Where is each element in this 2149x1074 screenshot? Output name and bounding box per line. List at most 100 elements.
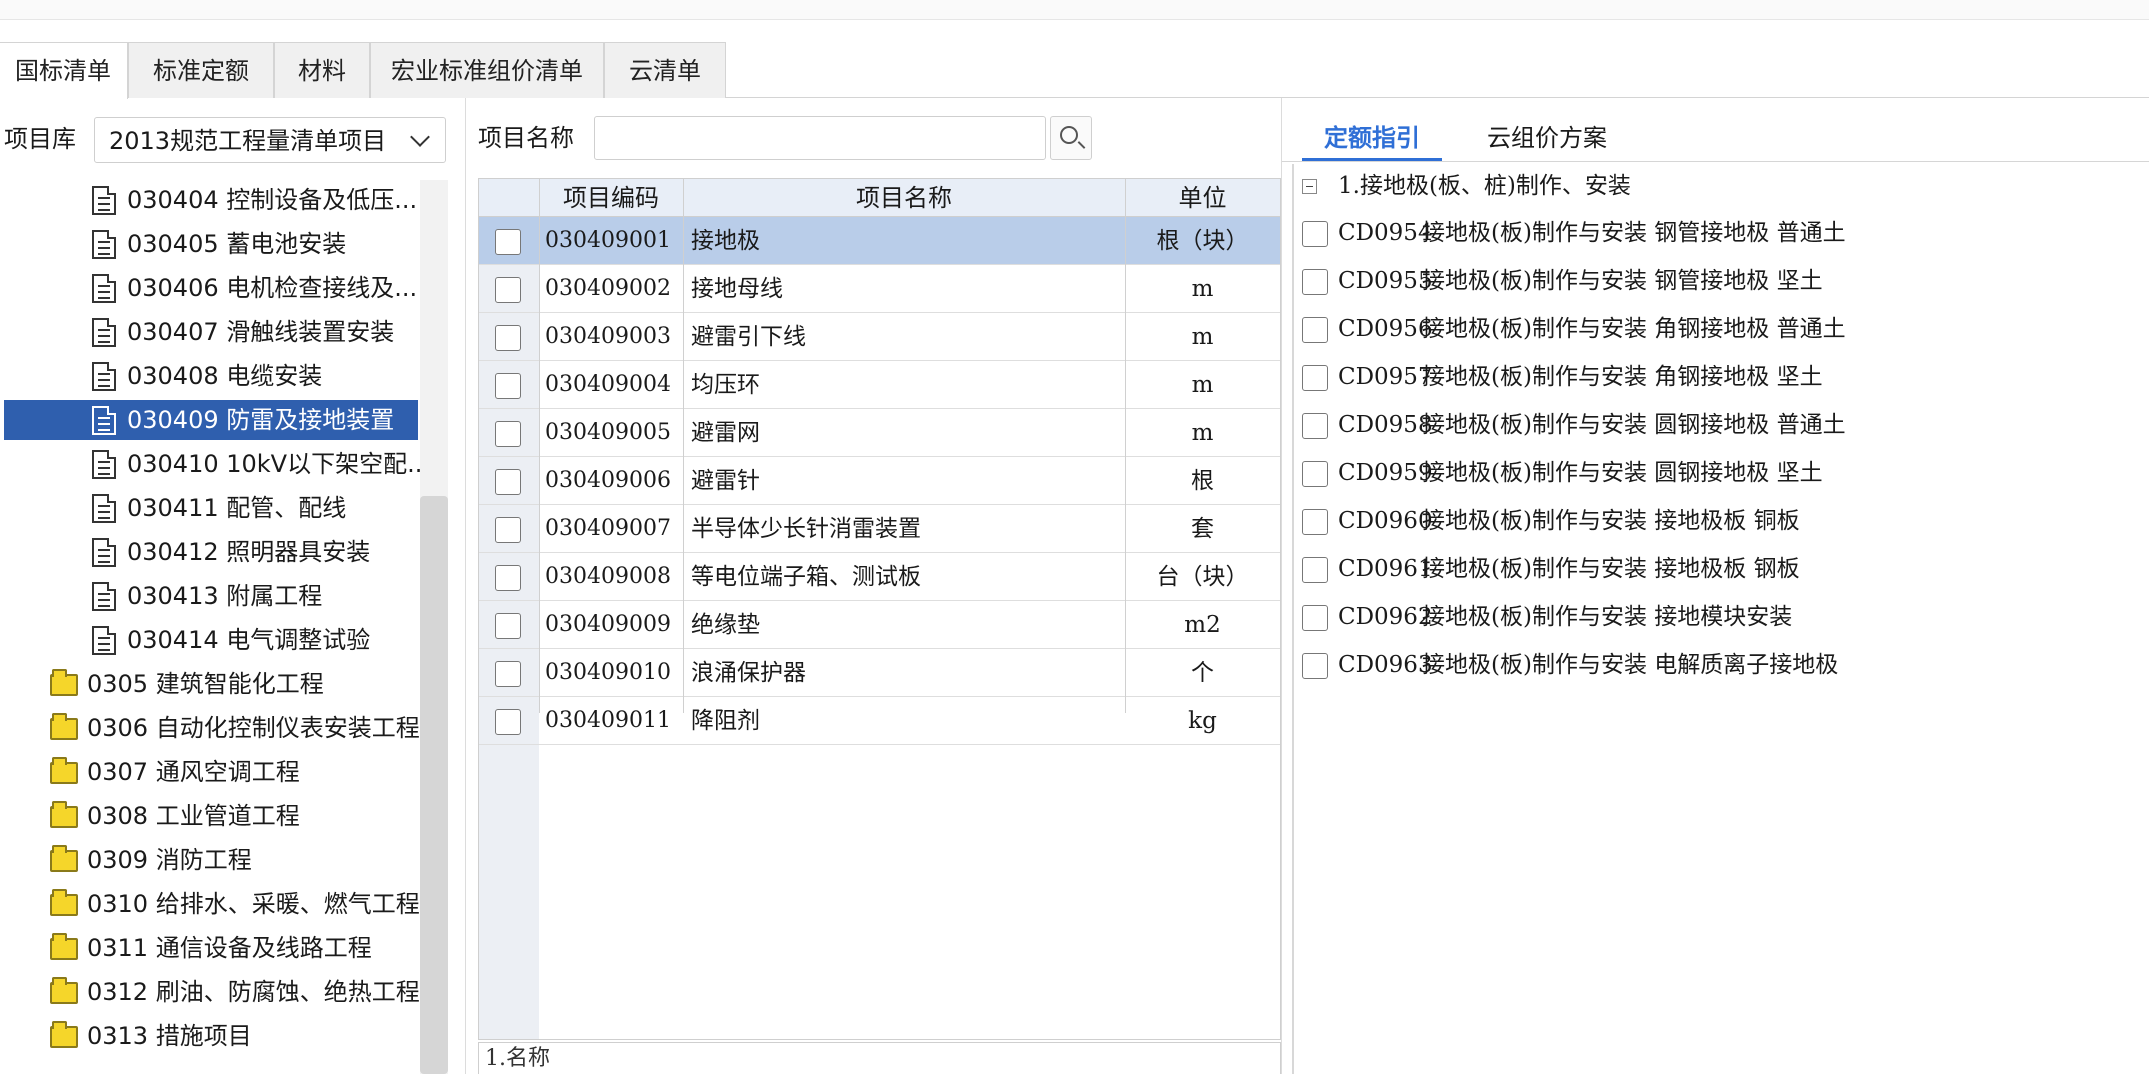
tree-item-folder[interactable]: 0310 给排水、采暖、燃气工程 bbox=[0, 884, 420, 924]
guide-item-checkbox[interactable] bbox=[1302, 461, 1328, 487]
tab-cloud-list[interactable]: 云清单 bbox=[604, 42, 726, 98]
tree-item-folder[interactable]: 0311 通信设备及线路工程 bbox=[0, 928, 420, 968]
tree-item-folder[interactable]: 0312 刷油、防腐蚀、绝热工程 bbox=[0, 972, 420, 1012]
tree-item-folder[interactable]: 0313 措施项目 bbox=[0, 1016, 420, 1056]
tree-item-section[interactable]: 030411 配管、配线 bbox=[4, 488, 418, 528]
table-row[interactable]: 030409005 避雷网 m bbox=[479, 409, 1280, 457]
table-row[interactable]: 030409010 浪涌保护器 个 bbox=[479, 649, 1280, 697]
document-icon bbox=[92, 318, 116, 347]
guide-item-checkbox[interactable] bbox=[1302, 605, 1328, 631]
row-checkbox[interactable] bbox=[495, 661, 521, 687]
tab-quota-guide[interactable]: 定额指引 bbox=[1302, 116, 1442, 161]
row-checkbox[interactable] bbox=[495, 517, 521, 543]
item-grid: 项目编码 项目名称 单位 030409001 接地极 根（块） 030409002 接地… bbox=[478, 178, 1281, 1040]
table-row[interactable]: 030409009 绝缘垫 m2 bbox=[479, 601, 1280, 649]
tree-item-folder[interactable]: 0305 建筑智能化工程 bbox=[0, 664, 420, 704]
library-select-value: 2013规范工程量清单项目 bbox=[109, 127, 387, 155]
column-header-code[interactable]: 项目编码 bbox=[539, 179, 683, 217]
tree-item-section[interactable]: 030413 附属工程 bbox=[4, 576, 418, 616]
tree-item-label: 0311 通信设备及线路工程 bbox=[87, 934, 372, 962]
table-row[interactable]: 030409008 等电位端子箱、测试板 台（块） bbox=[479, 553, 1280, 601]
folder-icon bbox=[50, 845, 78, 872]
tab-standard-quota[interactable]: 标准定额 bbox=[128, 42, 274, 98]
tree-item-section[interactable]: 030405 蓄电池安装 bbox=[4, 224, 418, 264]
guide-item-checkbox[interactable] bbox=[1302, 221, 1328, 247]
cell-unit: m bbox=[1191, 372, 1214, 398]
cell-unit: 根 bbox=[1191, 468, 1214, 494]
document-icon bbox=[92, 230, 116, 259]
table-row[interactable]: 030409001 接地极 根（块） bbox=[479, 217, 1280, 265]
chevron-down-icon bbox=[410, 127, 430, 147]
table-row[interactable]: 030409002 接地母线 m bbox=[479, 265, 1280, 313]
document-icon bbox=[92, 538, 116, 567]
tree-item-folder[interactable]: 0309 消防工程 bbox=[0, 840, 420, 880]
cell-code: 030409005 bbox=[545, 420, 671, 445]
cell-code: 030409006 bbox=[545, 468, 671, 493]
row-checkbox[interactable] bbox=[495, 565, 521, 591]
tree-item-label: 030412 照明器具安装 bbox=[127, 538, 371, 566]
tree-item-label: 0306 自动化控制仪表安装工程 bbox=[87, 714, 420, 742]
document-icon bbox=[92, 274, 116, 303]
cell-name: 避雷引下线 bbox=[691, 324, 806, 350]
column-header-unit[interactable]: 单位 bbox=[1125, 179, 1280, 217]
row-checkbox[interactable] bbox=[495, 373, 521, 399]
guide-item-checkbox[interactable] bbox=[1302, 365, 1328, 391]
row-checkbox[interactable] bbox=[495, 469, 521, 495]
tree-item-section[interactable]: 030406 电机检查接线及... bbox=[4, 268, 418, 308]
tree-scrollbar[interactable] bbox=[420, 180, 448, 1074]
guide-item-checkbox[interactable] bbox=[1302, 557, 1328, 583]
tree-item-label: 030407 滑触线装置安装 bbox=[127, 318, 395, 346]
row-checkbox[interactable] bbox=[495, 709, 521, 735]
tree-item-section[interactable]: 030408 电缆安装 bbox=[4, 356, 418, 396]
tree-item-label: 030414 电气调整试验 bbox=[127, 626, 371, 654]
tree-item-label: 0310 给排水、采暖、燃气工程 bbox=[87, 890, 420, 918]
row-checkbox[interactable] bbox=[495, 277, 521, 303]
guide-item-checkbox[interactable] bbox=[1302, 653, 1328, 679]
column-header-name[interactable]: 项目名称 bbox=[683, 179, 1125, 217]
tree-item-section[interactable]: 030407 滑触线装置安装 bbox=[4, 312, 418, 352]
cell-unit: kg bbox=[1188, 708, 1217, 734]
folder-icon bbox=[50, 801, 78, 828]
tree-scrollbar-thumb[interactable] bbox=[420, 496, 448, 1074]
grid-header: 项目编码 项目名称 单位 bbox=[479, 179, 1280, 217]
tab-national-list[interactable]: 国标清单 bbox=[0, 42, 128, 99]
table-row[interactable]: 030409004 均压环 m bbox=[479, 361, 1280, 409]
library-select[interactable]: 2013规范工程量清单项目 bbox=[94, 117, 446, 163]
guide-item-description: 接地极(板)制作与安装 接地模块安装 bbox=[1422, 604, 1793, 630]
tab-materials[interactable]: 材料 bbox=[274, 42, 370, 98]
table-row[interactable]: 030409011 降阻剂 kg bbox=[479, 697, 1280, 745]
cell-unit: 根（块） bbox=[1156, 228, 1249, 254]
tree-item-folder[interactable]: 0306 自动化控制仪表安装工程 bbox=[0, 708, 420, 748]
table-row[interactable]: 030409006 避雷针 根 bbox=[479, 457, 1280, 505]
guide-item-description: 接地极(板)制作与安装 钢管接地极 坚土 bbox=[1422, 268, 1823, 294]
tab-hongye-pricing-list[interactable]: 宏业标准组价清单 bbox=[370, 42, 604, 98]
guide-item-checkbox[interactable] bbox=[1302, 269, 1328, 295]
search-button[interactable] bbox=[1050, 116, 1092, 160]
guide-item-checkbox[interactable] bbox=[1302, 317, 1328, 343]
guide-item-checkbox[interactable] bbox=[1302, 509, 1328, 535]
cell-unit: m2 bbox=[1184, 612, 1221, 638]
tree-item-label: 030413 附属工程 bbox=[127, 582, 323, 610]
guide-item-checkbox[interactable] bbox=[1302, 413, 1328, 439]
row-checkbox[interactable] bbox=[495, 229, 521, 255]
tab-cloud-pricing-plan[interactable]: 云组价方案 bbox=[1454, 116, 1640, 161]
item-name-input[interactable] bbox=[594, 116, 1046, 160]
row-checkbox[interactable] bbox=[495, 613, 521, 639]
guide-panel-border bbox=[1292, 164, 1294, 1074]
table-row[interactable]: 030409003 避雷引下线 m bbox=[479, 313, 1280, 361]
tree-item-section[interactable]: 030414 电气调整试验 bbox=[4, 620, 418, 660]
cell-code: 030409004 bbox=[545, 372, 671, 397]
tree-item-folder[interactable]: 0307 通风空调工程 bbox=[0, 752, 420, 792]
cell-code: 030409009 bbox=[545, 612, 671, 637]
table-row[interactable]: 030409007 半导体少长针消雷装置 套 bbox=[479, 505, 1280, 553]
guide-tabbar: 定额指引 云组价方案 bbox=[1282, 116, 2149, 162]
tree-item-section[interactable]: 030412 照明器具安装 bbox=[4, 532, 418, 572]
tree-item-section[interactable]: 030404 控制设备及低压... bbox=[4, 180, 418, 220]
tree-item-folder[interactable]: 0308 工业管道工程 bbox=[0, 796, 420, 836]
row-checkbox[interactable] bbox=[495, 325, 521, 351]
cell-name: 浪涌保护器 bbox=[691, 660, 806, 686]
tree-item-section[interactable]: 030410 10kV以下架空配... bbox=[4, 444, 420, 484]
collapse-icon[interactable] bbox=[1302, 179, 1317, 194]
tree-item-section[interactable]: 030409 防雷及接地装置 bbox=[4, 400, 418, 440]
row-checkbox[interactable] bbox=[495, 421, 521, 447]
